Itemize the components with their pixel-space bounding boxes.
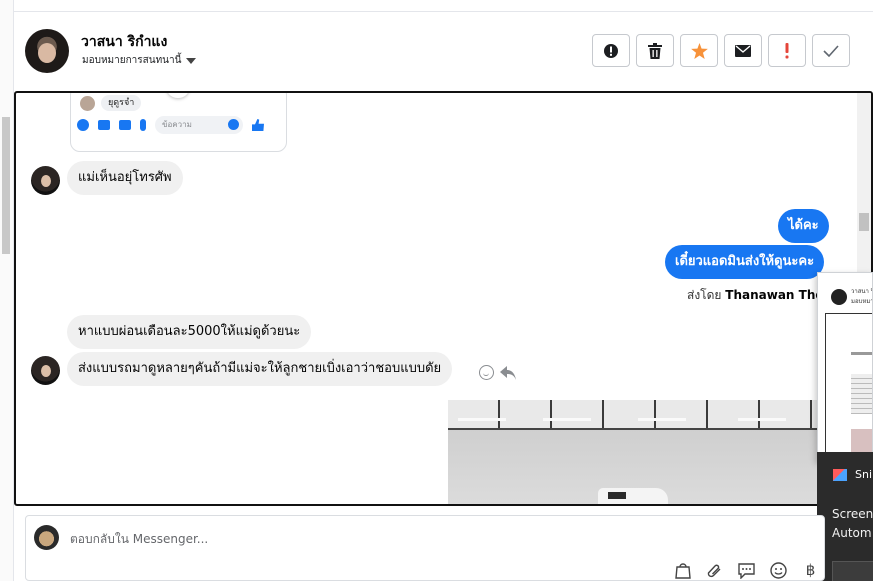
preview-name: วาสนา ริ มอบหมาย xyxy=(851,286,873,306)
reply-input[interactable]: ตอบกลับใน Messenger... xyxy=(70,530,208,549)
message-bubble-outgoing[interactable]: ได้คะ xyxy=(778,209,829,243)
message-bubble-incoming[interactable]: ส่งแบบรถมาดูหลายๆคันถ้ามีแม่จะให้ลูกชายเ… xyxy=(67,352,453,386)
exclamation-icon xyxy=(785,42,789,58)
star-button[interactable] xyxy=(680,34,718,67)
contact-name[interactable]: วาสนา ริกำแง xyxy=(81,31,167,53)
delete-button[interactable] xyxy=(636,34,674,67)
left-scrollbar-thumb[interactable] xyxy=(2,117,10,254)
message-bubble-incoming[interactable]: แม่เห็นอยุ่โทรศัพ xyxy=(67,161,183,195)
photo-light xyxy=(638,418,686,421)
photo-light xyxy=(738,418,786,421)
sent-by-line: ส่งโดย Thanawan Thon xyxy=(687,286,832,305)
photo-truck xyxy=(598,488,668,504)
reply-composer: ตอบกลับใน Messenger... ฿ xyxy=(25,515,825,581)
emoji-button[interactable] xyxy=(769,561,788,580)
thread-scrollbar-thumb[interactable] xyxy=(859,213,869,231)
snip-line1: Screen xyxy=(832,507,873,521)
preview-avatar xyxy=(831,289,847,305)
photo-ceiling xyxy=(448,400,819,430)
embed-composer-bar: ข้อความ xyxy=(77,116,264,134)
arrow-down-icon: ↓ xyxy=(167,93,189,98)
assign-label: มอบหมายการสนทนานี้ xyxy=(82,55,182,66)
follow-up-button[interactable] xyxy=(768,34,806,67)
reply-icon[interactable] xyxy=(500,365,516,380)
message-bubble-incoming[interactable]: หาแบบผ่อนเดือนละ5000ให้แม่ดูด้วยนะ xyxy=(67,315,312,349)
page-avatar xyxy=(34,525,59,550)
check-icon xyxy=(823,44,839,57)
camera-icon xyxy=(98,120,110,130)
react-smiley-icon[interactable] xyxy=(479,365,494,380)
snip-body: Screen Autom xyxy=(832,505,873,543)
image-icon xyxy=(119,120,131,130)
header-actions xyxy=(592,34,850,67)
paperclip-icon xyxy=(707,564,721,578)
preview-list xyxy=(851,374,872,414)
preview-name-line1: วาสนา ริ xyxy=(851,288,873,295)
message-actions xyxy=(479,365,516,380)
spam-button[interactable] xyxy=(592,34,630,67)
message-thread[interactable]: ↓ ยุดูรจำ ข้อความ แม่เห็นอยุ่โทรศัพ ได้ค… xyxy=(14,91,873,506)
sent-by-label: ส่งโดย xyxy=(687,288,722,302)
photo-light xyxy=(458,418,506,421)
snip-button[interactable] xyxy=(832,561,873,581)
message-bubble-outgoing[interactable]: เดี๋ยวแอดมินส่งให้ดูนะคะ xyxy=(665,245,825,279)
composer-tools: ฿ xyxy=(673,561,820,580)
emoji-icon xyxy=(770,562,787,579)
sender-avatar[interactable] xyxy=(31,356,60,385)
snipping-tool-notification[interactable]: Sni Screen Autom xyxy=(817,452,873,581)
done-button[interactable] xyxy=(812,34,850,67)
sender-avatar[interactable] xyxy=(31,166,60,195)
thumbs-up-icon xyxy=(252,119,264,131)
preview-line xyxy=(851,352,872,355)
assign-conversation-dropdown[interactable]: มอบหมายการสนทนานี้ xyxy=(82,53,197,68)
saved-replies-button[interactable] xyxy=(737,561,756,580)
microphone-icon xyxy=(140,119,146,131)
caret-down-icon xyxy=(186,57,197,64)
snip-title: Sni xyxy=(855,468,873,481)
embed-avatar xyxy=(80,96,95,111)
payment-baht-icon[interactable]: ฿ xyxy=(801,561,820,580)
embed-chip: ยุดูรจำ xyxy=(101,95,142,111)
plus-icon xyxy=(77,119,89,131)
embedded-screenshot-image[interactable]: ↓ ยุดูรจำ ข้อความ xyxy=(70,93,287,152)
shop-bag-button[interactable] xyxy=(673,561,692,580)
mark-unread-button[interactable] xyxy=(724,34,762,67)
attach-button[interactable] xyxy=(705,561,724,580)
envelope-icon xyxy=(735,44,751,57)
speech-bubble-icon xyxy=(738,562,755,579)
alert-circle-icon xyxy=(604,43,618,58)
embed-message-input: ข้อความ xyxy=(155,116,243,134)
conversation-header: วาสนา ริกำแง มอบหมายการสนทนานี้ xyxy=(14,12,873,91)
floating-preview-window[interactable]: วาสนา ริ มอบหมาย xyxy=(817,272,873,462)
inbox-window: วาสนา ริกำแง มอบหมายการสนทนานี้ ยุดูรจำ … xyxy=(0,0,873,581)
car-photo-attachment[interactable] xyxy=(448,400,819,504)
snipping-tool-icon xyxy=(833,469,847,481)
preview-name-line2: มอบหมาย xyxy=(851,298,872,305)
star-icon xyxy=(690,42,708,59)
preview-content xyxy=(825,313,872,461)
trash-icon xyxy=(648,42,662,59)
left-scrollbar[interactable] xyxy=(0,0,14,581)
snip-line2: Autom xyxy=(832,526,872,540)
shopping-bag-icon xyxy=(674,563,691,579)
contact-avatar[interactable] xyxy=(25,29,69,73)
photo-light xyxy=(543,418,591,421)
